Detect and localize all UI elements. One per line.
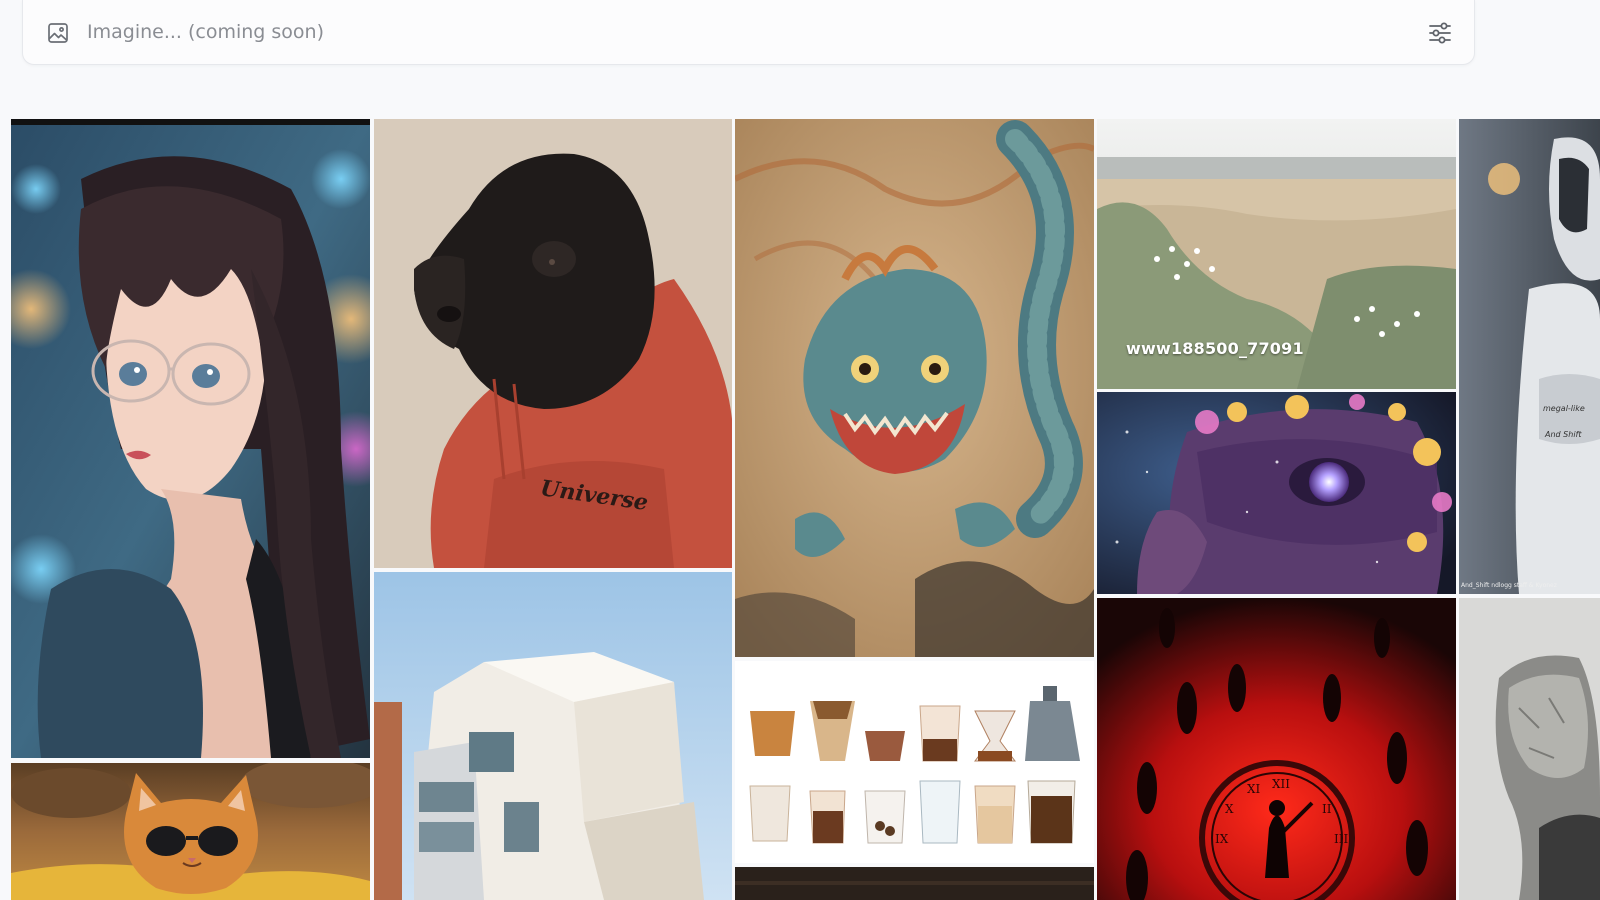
gallery-image-anime-girl[interactable]	[11, 119, 370, 758]
svg-text:IX: IX	[1215, 832, 1229, 846]
prompt-input[interactable]	[87, 18, 1367, 46]
svg-text:III: III	[1334, 832, 1348, 846]
gallery-image-cat-sunglasses[interactable]	[11, 763, 370, 900]
gallery-image-dragon-painting[interactable]	[735, 119, 1094, 657]
robot-label: megal-like	[1543, 404, 1585, 413]
gallery-image-white-building[interactable]	[374, 572, 732, 900]
svg-text:X: X	[1225, 802, 1234, 816]
gallery-image-coffee-cups[interactable]	[735, 661, 1094, 863]
gallery-image-coastal-dunes[interactable]: www188500_77091	[1097, 119, 1456, 389]
gallery-image-stone-head[interactable]	[1459, 598, 1600, 900]
svg-text:And Shift: And Shift	[1544, 430, 1582, 439]
gallery-image-gorilla-hoodie[interactable]: Universe	[374, 119, 732, 568]
gallery-image-cosmic-eye[interactable]	[1097, 392, 1456, 594]
svg-text:II: II	[1322, 802, 1332, 816]
robot-credit: And_Shift ndlogg staff & Kyonez	[1461, 582, 1557, 589]
sliders-icon[interactable]	[1426, 19, 1454, 47]
prompt-bar	[22, 0, 1475, 65]
image-icon[interactable]	[46, 21, 70, 45]
gallery-image-red-clock[interactable]: XII II III IX X XI	[1097, 598, 1456, 900]
svg-text:XII: XII	[1272, 777, 1290, 791]
gallery-image-dark-wood[interactable]	[735, 867, 1094, 900]
image-caption: www188500_77091	[1126, 339, 1304, 358]
svg-text:XI: XI	[1247, 782, 1261, 796]
gallery-image-robot-armor[interactable]: megal-like And Shift And_Shift ndlogg st…	[1459, 119, 1600, 594]
